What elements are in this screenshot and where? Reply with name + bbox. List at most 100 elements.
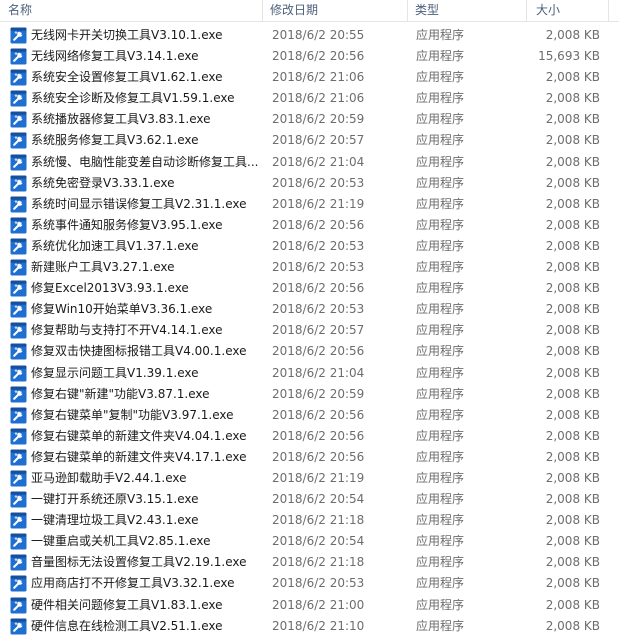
file-name: 系统安全诊断及修复工具V1.59.1.exe	[31, 91, 235, 106]
file-type: 应用程序	[416, 281, 465, 296]
file-name: 系统播放器修复工具V3.83.1.exe	[31, 112, 211, 127]
file-type: 应用程序	[416, 238, 465, 253]
file-type: 应用程序	[416, 70, 465, 85]
file-type: 应用程序	[416, 470, 465, 485]
file-date: 2018/6/2 20:56	[272, 344, 365, 359]
file-row[interactable]: 修复Excel2013V3.93.1.exe 2018/6/2 20:56 应用程序…	[0, 278, 619, 299]
exe-tool-icon	[10, 386, 27, 403]
file-size: 2,008 KB	[545, 492, 600, 507]
file-size: 2,008 KB	[545, 344, 600, 359]
file-size: 2,008 KB	[545, 407, 600, 422]
file-type: 应用程序	[416, 112, 465, 127]
file-row[interactable]: 硬件相关问题修复工具V1.83.1.exe 2018/6/2 21:00 应用程序 2…	[0, 595, 619, 616]
file-date: 2018/6/2 20:53	[272, 238, 365, 253]
file-size: 2,008 KB	[545, 597, 600, 612]
file-row[interactable]: 修复右键"新建"功能V3.87.1.exe 2018/6/2 20:59 应用程序 2…	[0, 384, 619, 405]
file-name: 修复Win10开始菜单V3.36.1.exe	[31, 302, 213, 317]
file-date: 2018/6/2 20:59	[272, 112, 365, 127]
file-name: 一键打开系统还原V3.15.1.exe	[31, 492, 199, 507]
file-row[interactable]: 修复右键菜单的新建文件夹V4.17.1.exe 2018/6/2 20:56 应用程…	[0, 447, 619, 468]
file-row[interactable]: 亚马逊卸载助手V2.44.1.exe 2018/6/2 21:19 应用程序 2,00…	[0, 468, 619, 489]
file-size: 2,008 KB	[545, 217, 600, 232]
file-size: 2,008 KB	[545, 302, 600, 317]
file-date: 2018/6/2 20:56	[272, 449, 365, 464]
file-row[interactable]: 修复帮助与支持打不开V4.14.1.exe 2018/6/2 20:57 应用程序 2…	[0, 320, 619, 341]
file-name: 硬件相关问题修复工具V1.83.1.exe	[31, 597, 223, 612]
exe-tool-icon	[10, 597, 27, 614]
file-type: 应用程序	[416, 513, 465, 528]
file-type: 应用程序	[416, 576, 465, 591]
file-row[interactable]: 系统时间显示错误修复工具V2.31.1.exe 2018/6/2 21:19 应用程…	[0, 194, 619, 215]
file-row[interactable]: 修复右键菜单的新建文件夹V4.04.1.exe 2018/6/2 20:56 应用程…	[0, 426, 619, 447]
file-row[interactable]: 应用商店打不开修复工具V3.32.1.exe 2018/6/2 20:53 应用程序…	[0, 573, 619, 594]
file-size: 2,008 KB	[545, 260, 600, 275]
column-header: 名称 修改日期 类型 大小	[0, 0, 619, 22]
file-date: 2018/6/2 20:56	[272, 49, 365, 64]
file-name: 系统免密登录V3.33.1.exe	[31, 175, 175, 190]
file-row[interactable]: 无线网卡开关切换工具V3.10.1.exe 2018/6/2 20:55 应用程序 2…	[0, 25, 619, 46]
column-divider[interactable]	[608, 0, 609, 21]
file-row[interactable]: 一键重启或关机工具V2.85.1.exe 2018/6/2 20:54 应用程序 2,…	[0, 531, 619, 552]
exe-tool-icon	[10, 618, 27, 635]
file-date: 2018/6/2 21:18	[272, 513, 365, 528]
file-name: 修复右键菜单的新建文件夹V4.17.1.exe	[31, 449, 247, 464]
file-size: 15,693 KB	[538, 49, 600, 64]
file-date: 2018/6/2 20:57	[272, 133, 365, 148]
file-size: 2,008 KB	[545, 70, 600, 85]
file-row[interactable]: 系统安全设置修复工具V1.62.1.exe 2018/6/2 21:06 应用程序 2…	[0, 67, 619, 88]
file-name: 修复显示问题工具V1.39.1.exe	[31, 365, 199, 380]
file-row[interactable]: 系统服务修复工具V3.62.1.exe 2018/6/2 20:57 应用程序 2,0…	[0, 130, 619, 151]
file-type: 应用程序	[416, 302, 465, 317]
file-type: 应用程序	[416, 597, 465, 612]
file-date: 2018/6/2 20:54	[272, 534, 365, 549]
file-row[interactable]: 一键清理垃圾工具V2.43.1.exe 2018/6/2 21:18 应用程序 2,0…	[0, 510, 619, 531]
file-date: 2018/6/2 20:56	[272, 217, 365, 232]
file-row[interactable]: 修复右键菜单"复制"功能V3.97.1.exe 2018/6/2 20:56 应用程…	[0, 405, 619, 426]
column-header-type[interactable]: 类型	[415, 0, 439, 21]
file-row[interactable]: 系统事件通知服务修复V3.95.1.exe 2018/6/2 20:56 应用程序 2…	[0, 215, 619, 236]
exe-tool-icon	[10, 69, 27, 86]
exe-tool-icon	[10, 407, 27, 424]
file-row[interactable]: 音量图标无法设置修复工具V2.19.1.exe 2018/6/2 21:18 应用程…	[0, 552, 619, 573]
column-header-size[interactable]: 大小	[536, 0, 560, 21]
file-name: 硬件信息在线检测工具V2.51.1.exe	[31, 618, 223, 633]
column-divider[interactable]	[526, 0, 527, 21]
file-row[interactable]: 一键打开系统还原V3.15.1.exe 2018/6/2 20:54 应用程序 2,0…	[0, 489, 619, 510]
exe-tool-icon	[10, 259, 27, 276]
file-type: 应用程序	[416, 618, 465, 633]
file-size: 2,008 KB	[545, 323, 600, 338]
file-name: 修复Excel2013V3.93.1.exe	[31, 281, 189, 296]
file-row[interactable]: 无线网络修复工具V3.14.1.exe 2018/6/2 20:56 应用程序 15,…	[0, 46, 619, 67]
file-row[interactable]: 修复双击快捷图标报错工具V4.00.1.exe 2018/6/2 20:56 应用程…	[0, 341, 619, 362]
file-name: 应用商店打不开修复工具V3.32.1.exe	[31, 576, 235, 591]
file-row[interactable]: 硬件信息在线检测工具V2.51.1.exe 2018/6/2 21:10 应用程序 2…	[0, 616, 619, 637]
file-row[interactable]: 新建账户工具V3.27.1.exe 2018/6/2 20:53 应用程序 2,008…	[0, 257, 619, 278]
file-date: 2018/6/2 20:57	[272, 323, 365, 338]
file-size: 2,008 KB	[545, 576, 600, 591]
exe-tool-icon	[10, 280, 27, 297]
file-row[interactable]: 系统免密登录V3.33.1.exe 2018/6/2 20:53 应用程序 2,008…	[0, 173, 619, 194]
file-type: 应用程序	[416, 428, 465, 443]
file-type: 应用程序	[416, 407, 465, 422]
file-type: 应用程序	[416, 323, 465, 338]
file-type: 应用程序	[416, 260, 465, 275]
column-divider[interactable]	[407, 0, 408, 21]
file-size: 2,008 KB	[545, 238, 600, 253]
column-divider[interactable]	[262, 0, 263, 21]
exe-tool-icon	[10, 512, 27, 529]
file-name: 系统安全设置修复工具V1.62.1.exe	[31, 70, 223, 85]
file-size: 2,008 KB	[545, 555, 600, 570]
column-header-name[interactable]: 名称	[8, 0, 32, 21]
file-name: 系统优化加速工具V1.37.1.exe	[31, 238, 199, 253]
column-header-date[interactable]: 修改日期	[270, 0, 318, 21]
file-size: 2,008 KB	[545, 112, 600, 127]
file-row[interactable]: 修复显示问题工具V1.39.1.exe 2018/6/2 21:04 应用程序 2,0…	[0, 363, 619, 384]
file-row[interactable]: 系统优化加速工具V1.37.1.exe 2018/6/2 20:53 应用程序 2,0…	[0, 236, 619, 257]
file-row[interactable]: 系统慢、电脑性能变差自动诊断修复工具... 2018/6/2 21:04 应用程序 2…	[0, 152, 619, 173]
file-row[interactable]: 系统播放器修复工具V3.83.1.exe 2018/6/2 20:59 应用程序 2,…	[0, 109, 619, 130]
file-row[interactable]: 系统安全诊断及修复工具V1.59.1.exe 2018/6/2 21:06 应用程序…	[0, 88, 619, 109]
file-date: 2018/6/2 20:53	[272, 576, 365, 591]
file-type: 应用程序	[416, 449, 465, 464]
exe-tool-icon	[10, 449, 27, 466]
file-row[interactable]: 修复Win10开始菜单V3.36.1.exe 2018/6/2 20:53 应用程序…	[0, 299, 619, 320]
